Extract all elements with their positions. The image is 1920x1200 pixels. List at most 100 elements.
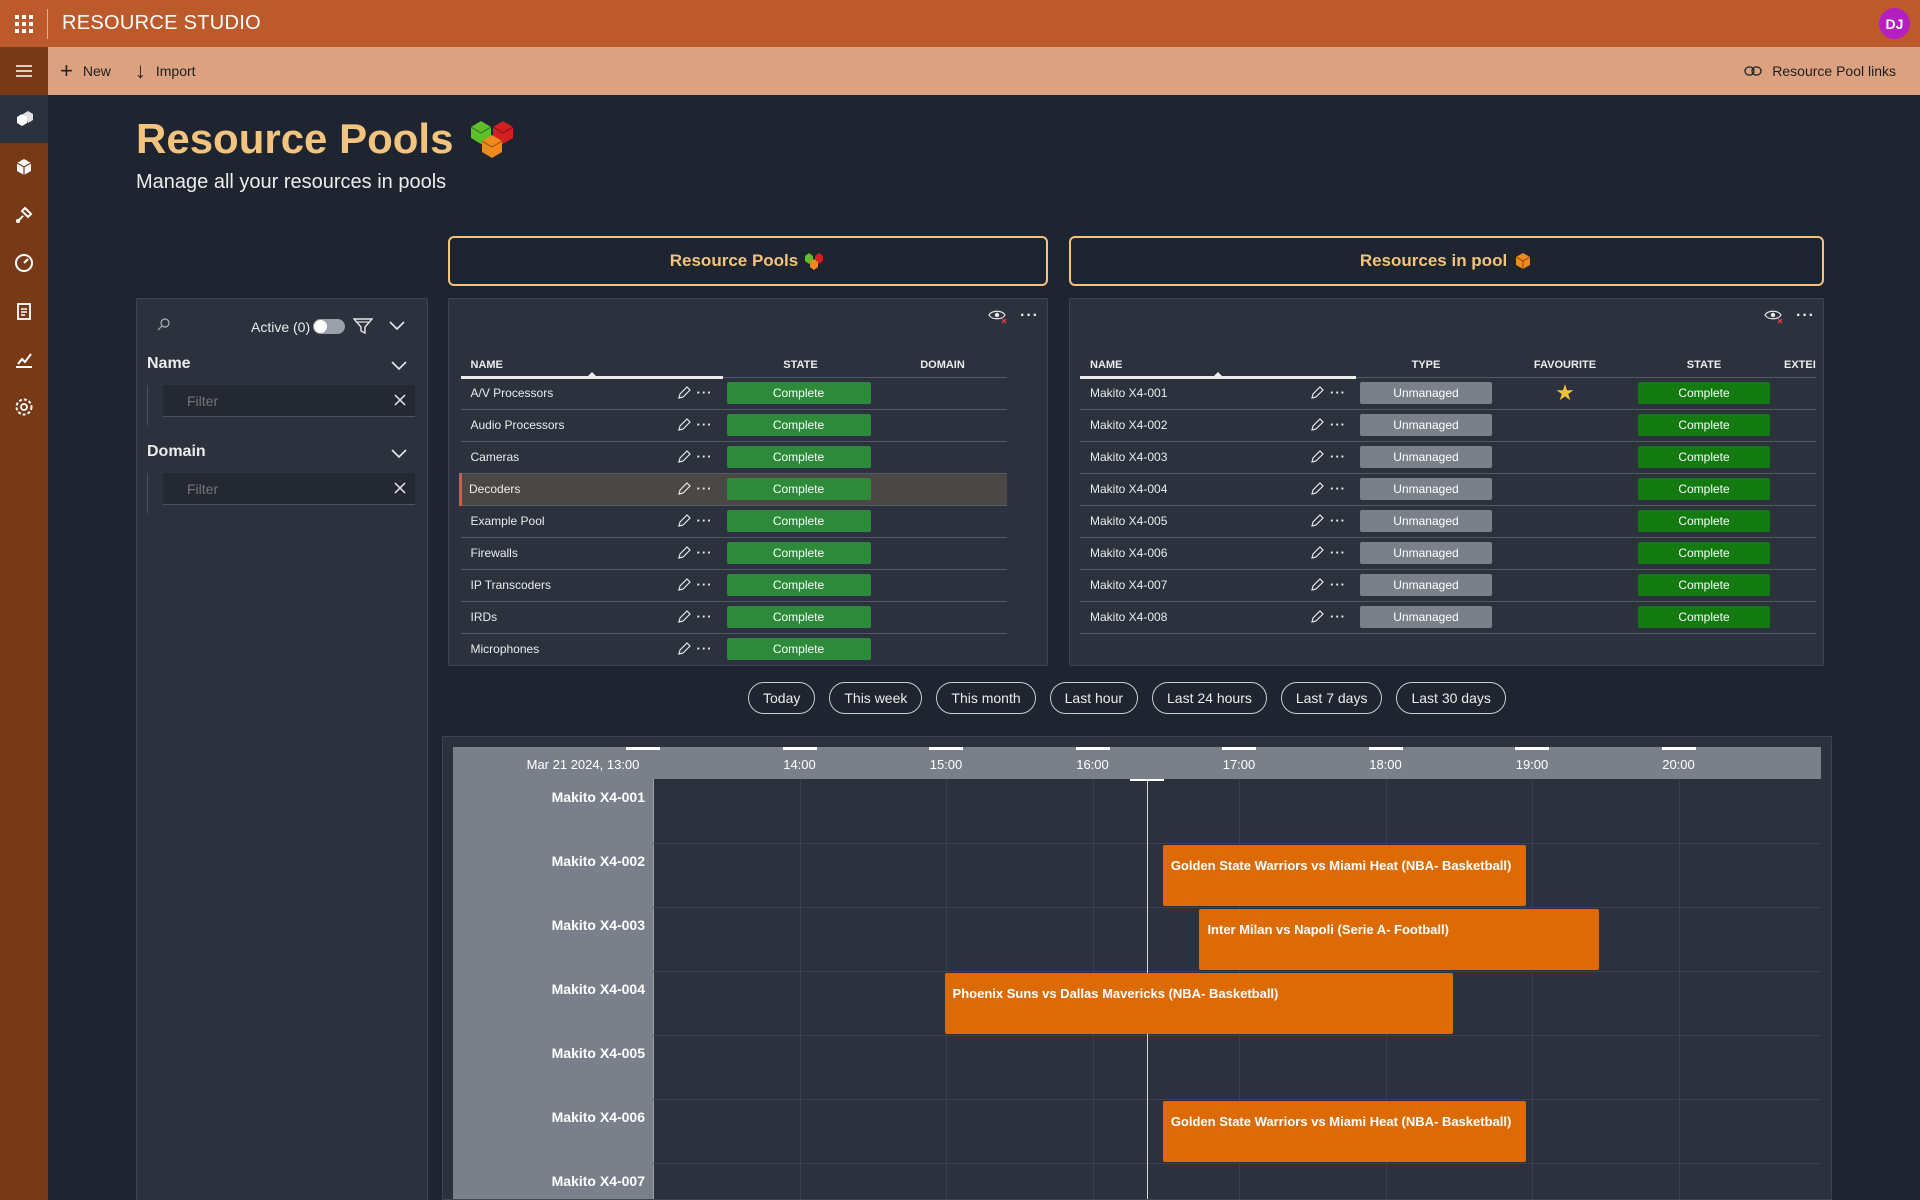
column-header[interactable]: EXTEI: [1774, 353, 1816, 378]
edit-icon[interactable]: [677, 610, 691, 624]
table-row[interactable]: Microphones ··· Complete: [460, 633, 1007, 665]
row-more-icon[interactable]: ···: [697, 386, 713, 399]
row-more-icon[interactable]: ···: [1330, 546, 1346, 559]
column-header[interactable]: FAVOURITE: [1496, 353, 1634, 378]
edit-icon[interactable]: [1310, 386, 1324, 400]
row-more-icon[interactable]: ···: [697, 514, 713, 527]
edit-icon[interactable]: [1310, 578, 1324, 592]
column-header[interactable]: STATE: [722, 353, 879, 378]
time-range-button[interactable]: This week: [829, 682, 923, 714]
nav-dashboard[interactable]: [0, 239, 48, 287]
nav-capabilities[interactable]: [0, 191, 48, 239]
column-header[interactable]: DOMAIN: [878, 353, 1007, 378]
row-more-icon[interactable]: ···: [1330, 482, 1346, 495]
domain-filter-input[interactable]: [163, 473, 415, 505]
column-header[interactable]: STATE: [1634, 353, 1774, 378]
edit-icon[interactable]: [677, 482, 691, 496]
booking-event[interactable]: Golden State Warriors vs Miami Heat (NBA…: [1162, 845, 1527, 906]
table-row[interactable]: Firewalls ··· Complete: [460, 537, 1007, 570]
edit-icon[interactable]: [1310, 482, 1324, 496]
time-range-button[interactable]: Last 30 days: [1396, 682, 1506, 714]
table-row[interactable]: Makito X4-007 ··· Unmanaged Complete: [1080, 569, 1816, 602]
more-options-icon[interactable]: ···: [1796, 307, 1815, 325]
import-button[interactable]: ↓ Import: [123, 47, 208, 95]
tab-resources-in-pool[interactable]: Resources in pool: [1069, 236, 1824, 286]
hidden-columns-icon[interactable]: [1764, 307, 1784, 325]
nav-resource-pools[interactable]: [0, 95, 48, 143]
row-more-icon[interactable]: ···: [1330, 418, 1346, 431]
table-row[interactable]: Example Pool ··· Complete: [460, 505, 1007, 538]
edit-icon[interactable]: [677, 642, 691, 656]
user-avatar[interactable]: DJ: [1879, 8, 1910, 39]
name-filter-input[interactable]: [163, 385, 415, 417]
filter-icon[interactable]: [353, 317, 373, 335]
app-launcher-button[interactable]: [0, 0, 47, 47]
booking-event[interactable]: Golden State Warriors vs Miami Heat (NBA…: [1162, 1101, 1527, 1162]
edit-icon[interactable]: [677, 418, 691, 432]
row-more-icon[interactable]: ···: [1330, 386, 1346, 399]
table-row[interactable]: IP Transcoders ··· Complete: [460, 569, 1007, 602]
row-more-icon[interactable]: ···: [1330, 578, 1346, 591]
time-range-button[interactable]: Today: [748, 682, 816, 714]
row-more-icon[interactable]: ···: [697, 642, 713, 655]
edit-icon[interactable]: [677, 450, 691, 464]
edit-icon[interactable]: [677, 514, 691, 528]
tab-resource-pools[interactable]: Resource Pools: [448, 236, 1048, 286]
edit-icon[interactable]: [1310, 546, 1324, 560]
row-more-icon[interactable]: ···: [697, 546, 713, 559]
clear-icon[interactable]: [393, 393, 407, 407]
edit-icon[interactable]: [677, 386, 691, 400]
chevron-down-icon[interactable]: [391, 449, 407, 459]
row-more-icon[interactable]: ···: [1330, 610, 1346, 623]
hidden-columns-icon[interactable]: [988, 307, 1008, 325]
column-header[interactable]: NAME: [1080, 353, 1356, 379]
clear-icon[interactable]: [393, 481, 407, 495]
star-icon[interactable]: ★: [1555, 380, 1575, 405]
edit-icon[interactable]: [1310, 610, 1324, 624]
row-more-icon[interactable]: ···: [697, 418, 713, 431]
row-more-icon[interactable]: ···: [697, 610, 713, 623]
nav-reports[interactable]: [0, 335, 48, 383]
edit-icon[interactable]: [1310, 450, 1324, 464]
column-header[interactable]: TYPE: [1356, 353, 1496, 378]
table-row[interactable]: Cameras ··· Complete: [460, 441, 1007, 474]
row-more-icon[interactable]: ···: [697, 450, 713, 463]
nav-resources[interactable]: [0, 143, 48, 191]
column-header[interactable]: NAME: [460, 353, 723, 379]
table-row[interactable]: Makito X4-005 ··· Unmanaged Complete: [1080, 505, 1816, 538]
more-options-icon[interactable]: ···: [1020, 307, 1039, 325]
table-row[interactable]: Makito X4-004 ··· Unmanaged Complete: [1080, 473, 1816, 506]
time-range-button[interactable]: This month: [936, 682, 1036, 714]
time-range-button[interactable]: Last hour: [1049, 682, 1139, 714]
chevron-down-icon[interactable]: [391, 361, 407, 371]
row-more-icon[interactable]: ···: [1330, 514, 1346, 527]
time-range-button[interactable]: Last 7 days: [1280, 682, 1383, 714]
chevron-down-icon[interactable]: [389, 321, 405, 331]
table-row[interactable]: Makito X4-003 ··· Unmanaged Complete: [1080, 441, 1816, 474]
row-more-icon[interactable]: ···: [697, 482, 713, 495]
nav-jobs[interactable]: [0, 287, 48, 335]
time-range-button[interactable]: Last 24 hours: [1152, 682, 1267, 714]
row-more-icon[interactable]: ···: [1330, 450, 1346, 463]
active-toggle[interactable]: [313, 319, 345, 334]
search-icon[interactable]: [157, 317, 171, 331]
table-row[interactable]: Makito X4-002 ··· Unmanaged Complete: [1080, 409, 1816, 442]
table-row[interactable]: IRDs ··· Complete: [460, 601, 1007, 634]
row-more-icon[interactable]: ···: [697, 578, 713, 591]
table-row[interactable]: Audio Processors ··· Complete: [460, 409, 1007, 442]
new-button[interactable]: + New: [48, 47, 123, 95]
table-row[interactable]: Decoders ··· Complete: [459, 473, 1007, 506]
table-row[interactable]: A/V Processors ··· Complete: [460, 377, 1007, 410]
edit-icon[interactable]: [1310, 418, 1324, 432]
edit-icon[interactable]: [1310, 514, 1324, 528]
booking-event[interactable]: Phoenix Suns vs Dallas Mavericks (NBA- B…: [944, 973, 1453, 1034]
table-row[interactable]: Makito X4-001 ··· Unmanaged ★ Complete: [1080, 377, 1816, 410]
resource-pool-links-button[interactable]: Resource Pool links: [1732, 47, 1908, 95]
table-row[interactable]: Makito X4-008 ··· Unmanaged Complete: [1080, 601, 1816, 634]
nav-settings[interactable]: [0, 383, 48, 431]
edit-icon[interactable]: [677, 578, 691, 592]
table-row[interactable]: Makito X4-006 ··· Unmanaged Complete: [1080, 537, 1816, 570]
hamburger-menu-button[interactable]: [0, 47, 48, 95]
edit-icon[interactable]: [677, 546, 691, 560]
booking-event[interactable]: Inter Milan vs Napoli (Serie A- Football…: [1199, 909, 1600, 970]
